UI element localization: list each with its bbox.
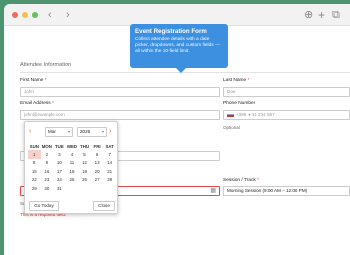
calendar-day: [78, 184, 91, 193]
weekday-label: SUN: [29, 144, 39, 149]
calendar-day[interactable]: 10: [53, 159, 66, 168]
weekday-label: THU: [80, 144, 90, 149]
weekday-label: MON: [41, 144, 52, 149]
phone-hint: Optional: [223, 125, 240, 130]
calendar-grid: SUN MON TUE WED THU FRI SAT 1 2 3 4 5 6: [28, 143, 116, 193]
calendar-icon[interactable]: ▦: [210, 188, 216, 195]
tooltip-body: Collect attendee details with a date pic…: [135, 37, 220, 54]
calendar-day[interactable]: 17: [53, 167, 66, 176]
chevron-down-icon: ▾: [67, 129, 70, 134]
weekday-header-row: SUN MON TUE WED THU FRI SAT: [28, 143, 116, 150]
month-select[interactable]: Mar ▾: [45, 127, 73, 137]
minimize-window-button[interactable]: [22, 12, 28, 18]
session-label: Session / Track *: [223, 178, 260, 183]
calendar-day[interactable]: 19: [78, 167, 91, 176]
last-name-input[interactable]: Doe: [223, 87, 350, 97]
calendar-day[interactable]: 11: [66, 159, 79, 168]
calendar-day[interactable]: 7: [103, 150, 116, 159]
back-icon[interactable]: ‹: [48, 8, 52, 22]
calendar-day[interactable]: 25: [66, 176, 79, 185]
calendar-week-row: 22 23 24 25 26 27 28: [28, 176, 116, 185]
calendar-day[interactable]: 9: [41, 159, 54, 168]
session-select[interactable]: Morning Session (9:00 AM – 12:00 PM): [223, 186, 350, 196]
maximize-window-button[interactable]: [32, 12, 38, 18]
calendar-day[interactable]: 3: [53, 150, 66, 159]
chevron-down-icon: ▾: [101, 129, 104, 134]
calendar-day[interactable]: 15: [28, 167, 41, 176]
email-label: Email Address *: [20, 101, 54, 106]
weekday-label: TUE: [55, 144, 64, 149]
calendar-week-row: 8 9 10 11 12 13 14: [28, 159, 116, 168]
date-picker-popup: ‹ Mar ▾ 2026 ▾ › SUN MON TUE WED THU FRI S…: [24, 121, 118, 214]
phone-number-value: 31 234 567: [251, 112, 275, 117]
calendar-day[interactable]: 4: [66, 150, 79, 159]
calendar-day[interactable]: 23: [41, 176, 54, 185]
first-name-input[interactable]: John: [20, 87, 220, 97]
title-bar: ‹ › ⊕ + ⧉: [4, 4, 350, 26]
calendar-day[interactable]: 18: [66, 167, 79, 176]
calendar-day[interactable]: 1: [28, 150, 41, 159]
calendar-day[interactable]: 6: [91, 150, 104, 159]
new-tab-icon[interactable]: +: [318, 8, 325, 22]
calendar-day[interactable]: 28: [103, 176, 116, 185]
phone-input[interactable]: +386 ▾ 31 234 567: [223, 110, 350, 120]
calendar-day[interactable]: 2: [41, 150, 54, 159]
email-input[interactable]: john@example.com: [20, 110, 220, 120]
calendar-week-row: 29 30 31: [28, 184, 116, 193]
feature-tooltip: Event Registration Form Collect attendee…: [130, 24, 228, 73]
calendar-day[interactable]: 21: [103, 167, 116, 176]
calendar-day[interactable]: 14: [103, 159, 116, 168]
calendar-day[interactable]: 30: [41, 184, 54, 193]
calendar-day[interactable]: 16: [41, 167, 54, 176]
calendar-day[interactable]: 13: [91, 159, 104, 168]
previous-month-icon[interactable]: ‹: [29, 128, 31, 136]
next-month-icon[interactable]: ›: [109, 128, 111, 136]
last-name-label: Last Name *: [223, 78, 250, 83]
forward-icon[interactable]: ›: [66, 8, 70, 22]
phone-country-code[interactable]: +386: [236, 112, 246, 117]
weekday-label: SAT: [105, 144, 114, 149]
year-select[interactable]: 2026 ▾: [77, 127, 107, 137]
calendar-day[interactable]: 29: [28, 184, 41, 193]
download-icon[interactable]: ⊕: [304, 8, 313, 22]
calendar-day[interactable]: 20: [91, 167, 104, 176]
section-title: Attendee Information: [20, 62, 72, 68]
calendar-day[interactable]: 5: [78, 150, 91, 159]
calendar-day[interactable]: 12: [78, 159, 91, 168]
calendar-day[interactable]: 27: [91, 176, 104, 185]
calendar-day[interactable]: 31: [53, 184, 66, 193]
country-flag-icon: [227, 112, 234, 117]
chevron-down-icon: ▾: [248, 112, 251, 117]
calendar-day[interactable]: 8: [28, 159, 41, 168]
calendar-day[interactable]: 24: [53, 176, 66, 185]
close-picker-button[interactable]: Close: [93, 201, 115, 211]
calendar-week-row: 15 16 17 18 19 20 21: [28, 167, 116, 176]
calendar-day: [66, 184, 79, 193]
weekday-label: WED: [66, 144, 78, 149]
calendar-day: [91, 184, 104, 193]
browser-window: ‹ › ⊕ + ⧉ Attendee Information First Nam…: [4, 4, 350, 255]
copy-icon[interactable]: ⧉: [332, 8, 340, 22]
close-window-button[interactable]: [12, 12, 18, 18]
weekday-label: FRI: [93, 144, 101, 149]
tooltip-title: Event Registration Form: [135, 28, 207, 35]
calendar-day: [103, 184, 116, 193]
calendar-day[interactable]: 22: [28, 176, 41, 185]
phone-label: Phone Number: [223, 101, 256, 106]
calendar-day[interactable]: 26: [78, 176, 91, 185]
calendar-week-row: 1 2 3 4 5 6 7: [28, 150, 116, 159]
go-today-button[interactable]: Go Today: [29, 201, 59, 211]
first-name-label: First Name *: [20, 78, 47, 83]
